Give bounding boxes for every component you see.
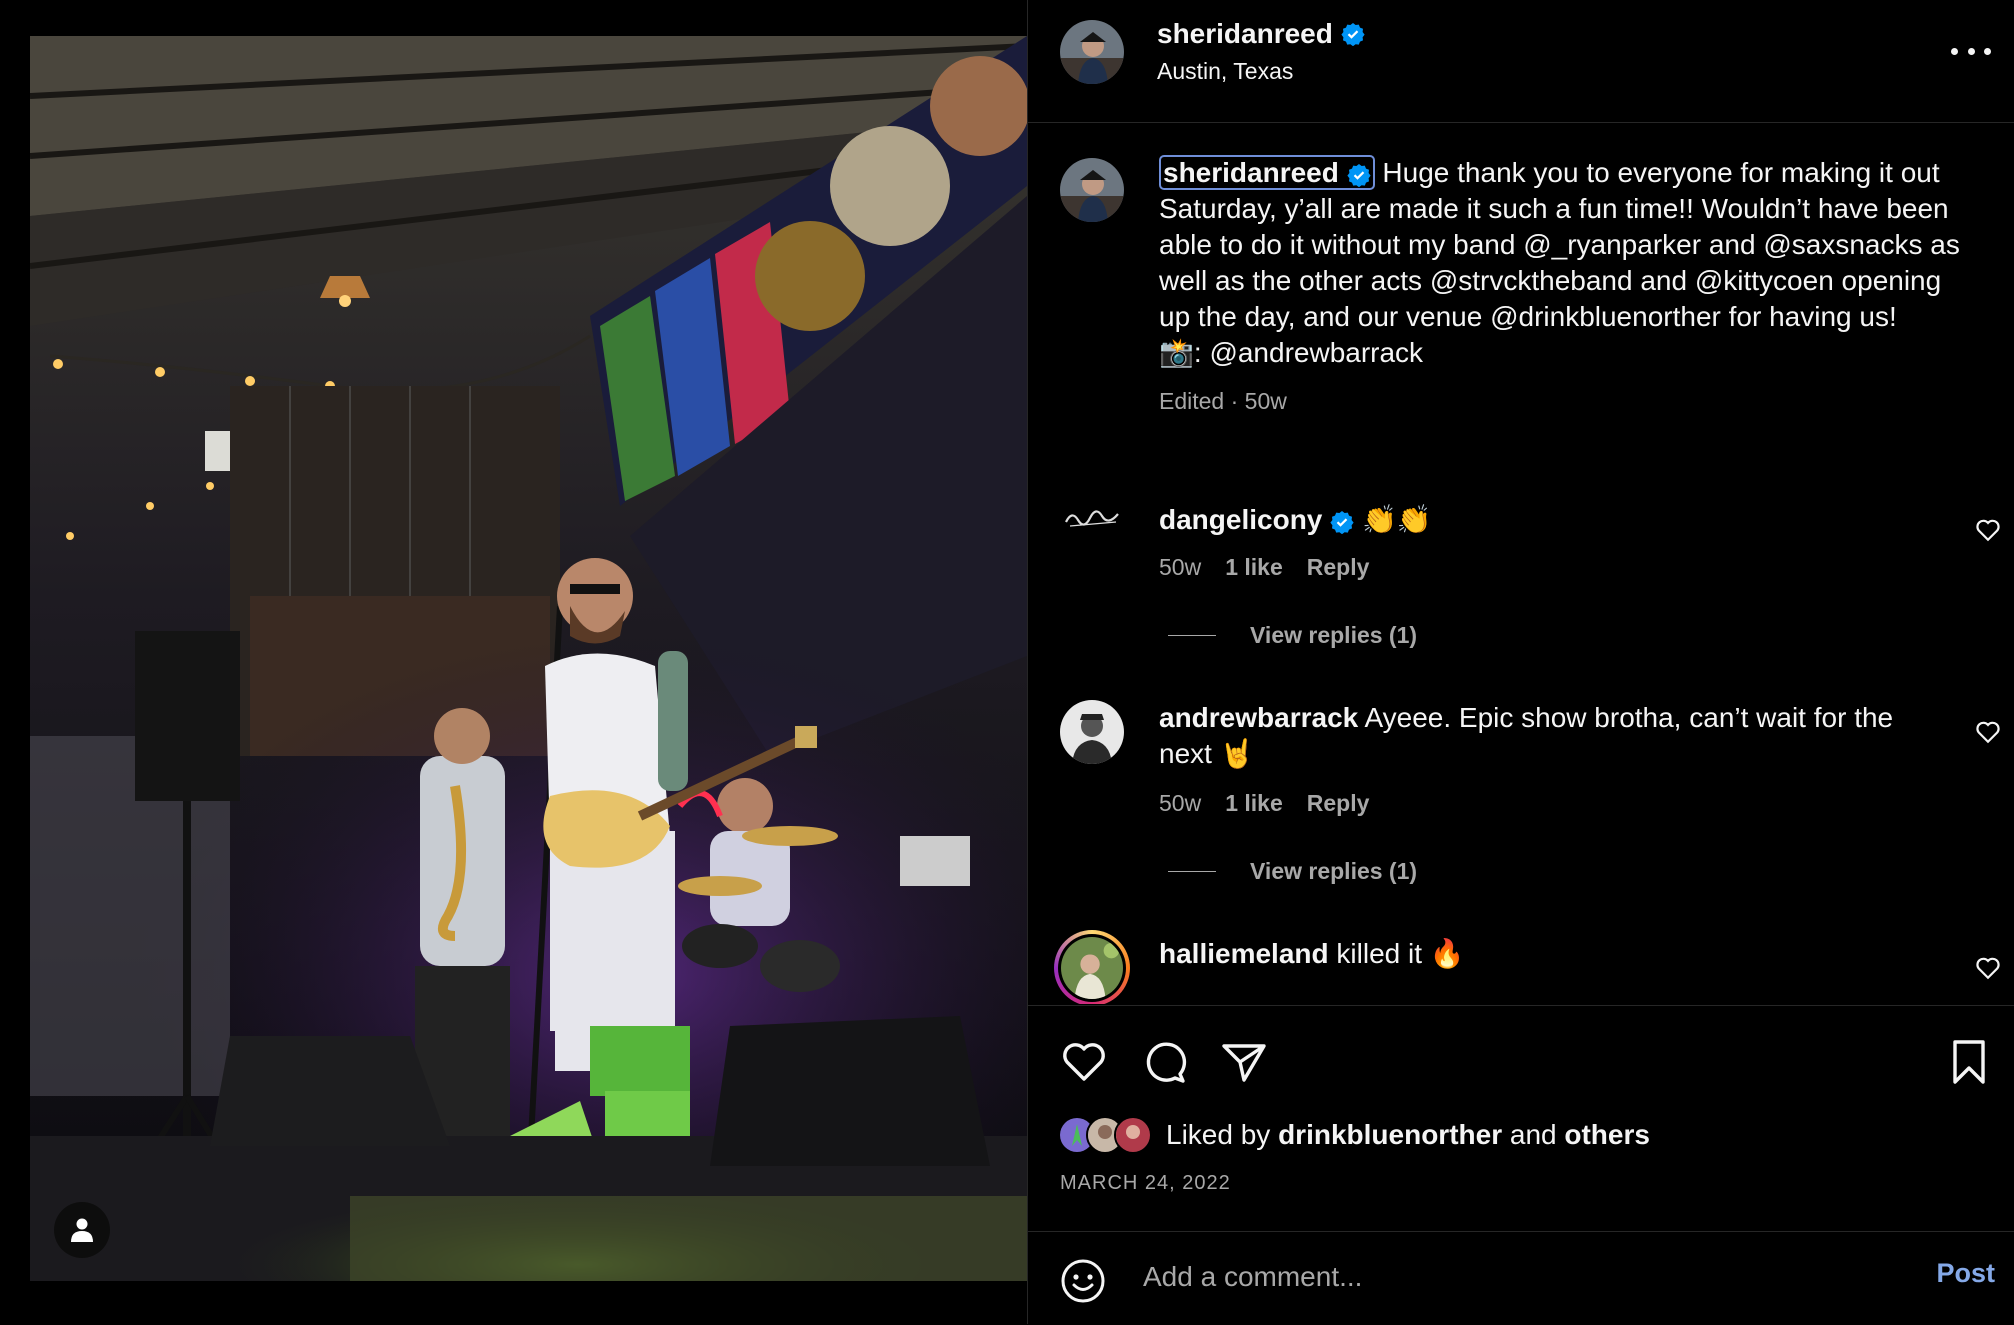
commenter-avatar[interactable] [1060, 700, 1124, 764]
caption-age[interactable]: 50w [1245, 388, 1287, 414]
caption-text-segment: for having us! [1720, 301, 1897, 332]
post-comment-button[interactable]: Post [1936, 1258, 1995, 1289]
author-username-row: sheridanreed [1157, 18, 1365, 50]
comment-text: 👏👏 [1361, 504, 1432, 535]
add-comment-bar: Post [1028, 1231, 2014, 1325]
post-caption: sheridanreed Huge thank you to everyone … [1159, 155, 1969, 419]
verified-badge-icon [1347, 163, 1371, 187]
comment-item: andrewbarrack Ayeee. Epic show brotha, c… [1159, 700, 1939, 772]
post-actions-bar: Liked by drinkbluenorther and others MAR… [1028, 1005, 2014, 1232]
heart-icon[interactable] [1060, 1038, 1108, 1086]
comment-age[interactable]: 50w [1159, 790, 1201, 817]
comment-likes[interactable]: 1 like [1225, 790, 1283, 817]
story-ring-avatar[interactable] [1054, 930, 1130, 1004]
add-comment-input[interactable] [1141, 1254, 1845, 1300]
reply-divider-line [1168, 635, 1216, 636]
caption-text-segment: : [1193, 337, 1210, 368]
caption-author-avatar-image [1060, 158, 1124, 222]
author-avatar-image [1060, 20, 1124, 84]
liker-avatar [1114, 1116, 1152, 1154]
comment-item: halliemeland killed it 🔥 [1159, 936, 1939, 972]
emoji-icon[interactable] [1060, 1258, 1106, 1304]
caption-text-segment: and [1632, 265, 1695, 296]
post-location[interactable]: Austin, Texas [1157, 58, 1293, 85]
liked-by-user[interactable]: drinkbluenorther [1278, 1119, 1502, 1151]
comment-username[interactable]: dangelicony [1159, 504, 1322, 535]
photo-credit-mention[interactable]: @andrewbarrack [1209, 337, 1423, 368]
comment-icon[interactable] [1140, 1038, 1188, 1086]
comment-username[interactable]: halliemeland [1159, 938, 1329, 969]
comment-meta: 50w 1 like Reply [1159, 554, 1369, 581]
comment-username[interactable]: andrewbarrack [1159, 702, 1358, 733]
mention-link[interactable]: @strvcktheband [1430, 265, 1633, 296]
mention-link[interactable]: @kittycoen [1695, 265, 1834, 296]
liked-by-summary: Liked by drinkbluenorther and others [1058, 1116, 1650, 1154]
mention-link[interactable]: @saxsnacks [1763, 229, 1922, 260]
halliemeland-avatar-image [1061, 937, 1123, 999]
andrewbarrack-avatar-image [1060, 700, 1124, 764]
author-username[interactable]: sheridanreed [1157, 18, 1333, 50]
caption-username-link[interactable]: sheridanreed [1159, 155, 1375, 190]
bookmark-icon[interactable] [1945, 1038, 1993, 1086]
user-tag-icon [71, 1218, 93, 1242]
author-avatar[interactable] [1060, 20, 1124, 84]
liked-by-others[interactable]: others [1564, 1119, 1650, 1151]
caption-meta: Edited · 50w [1159, 383, 1969, 419]
comment-like-heart-icon[interactable] [1975, 720, 2001, 744]
mention-link[interactable]: @drinkbluenorther [1490, 301, 1721, 332]
view-replies-button[interactable]: View replies (1) [1168, 622, 1417, 649]
user-tag-button[interactable] [54, 1202, 110, 1258]
camera-emoji-icon: 📸 [1159, 337, 1194, 368]
view-replies-label[interactable]: View replies (1) [1250, 622, 1417, 649]
verified-badge-icon [1341, 23, 1365, 46]
concert-photo-image [30, 36, 1027, 1281]
meta-dot: · [1230, 388, 1239, 414]
post-header: sheridanreed Austin, Texas [1028, 0, 2014, 123]
view-replies-label[interactable]: View replies (1) [1250, 858, 1417, 885]
edited-label: Edited [1159, 388, 1225, 414]
verified-badge-icon [1330, 510, 1354, 534]
post-photo[interactable] [30, 36, 1027, 1281]
comment-like-heart-icon[interactable] [1975, 518, 2001, 542]
more-options-icon[interactable] [1951, 36, 1991, 66]
liked-by-and: and [1509, 1119, 1557, 1150]
post-date[interactable]: MARCH 24, 2022 [1060, 1172, 1231, 1195]
mention-link[interactable]: @_ryanparker [1523, 229, 1701, 260]
liked-by-avatars[interactable] [1058, 1116, 1152, 1154]
comments-list[interactable]: sheridanreed Huge thank you to everyone … [1028, 122, 2014, 1004]
dangelico-logo-avatar [1060, 486, 1124, 550]
liked-by-prefix: Liked by [1166, 1119, 1271, 1150]
commenter-avatar[interactable] [1060, 486, 1124, 550]
comment-age[interactable]: 50w [1159, 554, 1201, 581]
caption-text-segment: and [1701, 229, 1764, 260]
comment-text: killed it 🔥 [1336, 938, 1465, 969]
caption-username[interactable]: sheridanreed [1163, 157, 1339, 188]
reply-button[interactable]: Reply [1307, 790, 1370, 817]
comment-meta: 50w 1 like Reply [1159, 790, 1369, 817]
reply-button[interactable]: Reply [1307, 554, 1370, 581]
comment-like-heart-icon[interactable] [1975, 956, 2001, 980]
view-replies-button[interactable]: View replies (1) [1168, 858, 1417, 885]
post-details-panel: sheridanreed Austin, Texas sheridanreed … [1027, 0, 2014, 1324]
reply-divider-line [1168, 871, 1216, 872]
comment-item: dangelicony 👏👏 [1159, 502, 1899, 538]
caption-author-avatar[interactable] [1060, 158, 1124, 222]
comment-likes[interactable]: 1 like [1225, 554, 1283, 581]
share-icon[interactable] [1220, 1038, 1268, 1086]
